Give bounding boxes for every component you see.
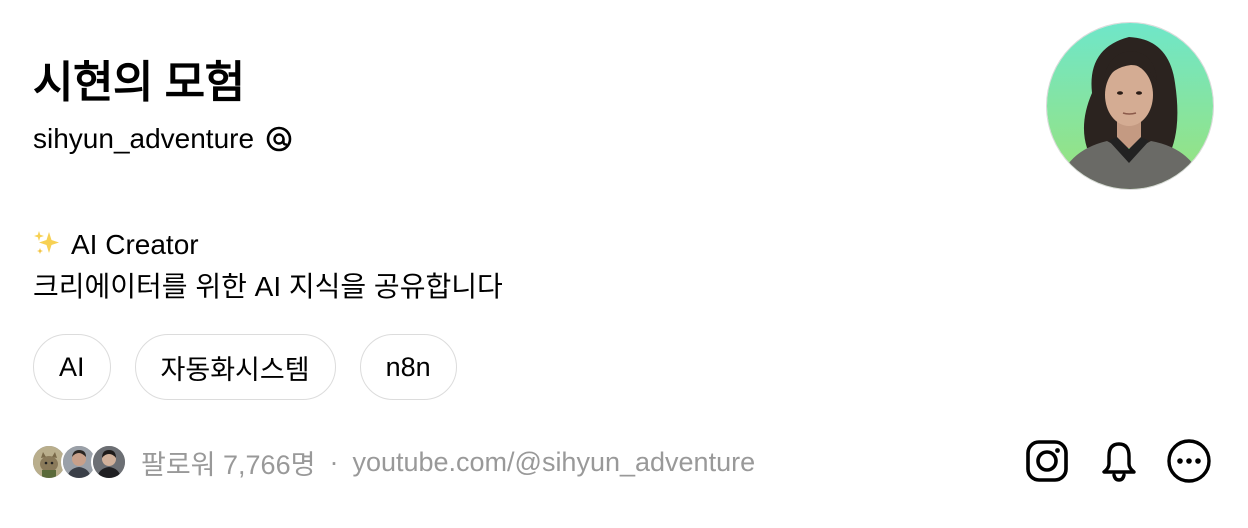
profile-actions [1020, 438, 1216, 489]
followers-count[interactable]: 팔로워 7,766명 [141, 443, 315, 482]
profile-link[interactable]: youtube.com/@sihyun_adventure [352, 447, 755, 478]
bio-line-1: AI Creator [33, 224, 503, 266]
bio-text-1: AI Creator [71, 229, 199, 260]
follower-avatars[interactable] [31, 444, 127, 480]
tag-list: AI 자동화시스템 n8n [33, 334, 457, 400]
username-row: sihyun_adventure [33, 120, 294, 158]
profile-avatar[interactable] [1046, 22, 1214, 190]
sparkle-icon [33, 228, 63, 258]
follower-avatar [91, 444, 127, 480]
tag-n8n[interactable]: n8n [359, 334, 457, 400]
tag-ai[interactable]: AI [33, 334, 111, 400]
threads-icon[interactable] [264, 124, 294, 154]
more-button[interactable] [1166, 438, 1212, 489]
profile-display-name: 시현의 모험 [33, 58, 245, 107]
profile-bio: AI Creator 크리에이터를 위한 AI 지식을 공유합니다 [33, 224, 503, 308]
meta-separator: · [329, 446, 339, 477]
instagram-button[interactable] [1024, 439, 1070, 488]
instagram-icon [1025, 439, 1069, 488]
profile-meta: 팔로워 7,766명 · youtube.com/@sihyun_adventu… [31, 444, 755, 480]
profile-username: sihyun_adventure [33, 123, 255, 154]
notification-button[interactable] [1096, 440, 1142, 486]
bio-line-2: 크리에이터를 위한 AI 지식을 공유합니다 [33, 271, 503, 302]
tag-automation[interactable]: 자동화시스템 [134, 334, 336, 400]
bell-icon [1097, 439, 1141, 488]
more-icon [1166, 438, 1212, 489]
